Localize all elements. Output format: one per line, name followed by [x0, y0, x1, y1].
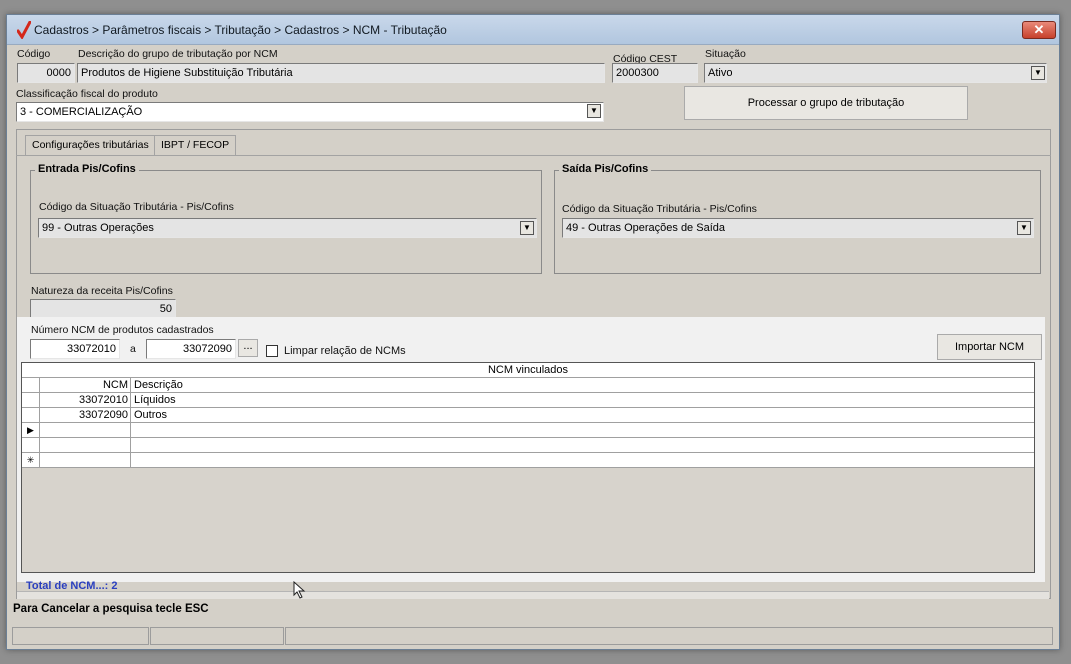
clear-ncm-checkbox[interactable]	[266, 345, 278, 357]
row-desc[interactable]: Outros	[132, 408, 1032, 422]
entrada-cst-select[interactable]: 99 - Outras Operações	[38, 218, 537, 238]
row-ncm[interactable]	[41, 453, 131, 467]
row-indicator	[22, 393, 40, 407]
ncm-browse-button[interactable]: ...	[238, 339, 258, 357]
table-row[interactable]: 33072010 Líquidos	[22, 393, 1034, 408]
processar-button[interactable]: Processar o grupo de tributação	[684, 86, 968, 120]
row-desc[interactable]	[132, 453, 1032, 467]
row-ncm[interactable]	[41, 438, 131, 452]
row-desc[interactable]	[132, 438, 1032, 452]
row-indicator	[22, 408, 40, 422]
table-row-new[interactable]: ✳	[22, 453, 1034, 468]
title-bar: Cadastros > Parâmetros fiscais > Tributa…	[7, 15, 1059, 45]
table-row[interactable]	[22, 438, 1034, 453]
classificacao-select[interactable]: 3 - COMERCIALIZAÇÃO	[16, 102, 604, 122]
row-desc[interactable]: Líquidos	[132, 393, 1032, 407]
table-row[interactable]: 33072090 Outros	[22, 408, 1034, 423]
main-window: Cadastros > Parâmetros fiscais > Tributa…	[6, 14, 1060, 650]
row-ncm[interactable]: 33072090	[41, 408, 131, 422]
entrada-dropdown-icon[interactable]: ▼	[520, 221, 534, 235]
grid-header-indicator	[22, 378, 40, 392]
cest-field[interactable]: 2000300	[612, 63, 698, 83]
total-ncm-label: Total de NCM...: 2	[26, 580, 118, 592]
descricao-field[interactable]: Produtos de Higiene Substituição Tributá…	[77, 63, 605, 83]
entrada-title: Entrada Pis/Cofins	[35, 163, 139, 175]
classificacao-dropdown-icon[interactable]: ▼	[587, 104, 601, 118]
cancel-hint: Para Cancelar a pesquisa tecle ESC	[13, 603, 209, 615]
descricao-label: Descrição do grupo de tributação por NCM	[78, 48, 278, 60]
tab-divider	[16, 155, 1051, 156]
new-row-asterisk-icon: ✳	[22, 453, 40, 467]
saida-cst-label: Código da Situação Tributária - Pis/Cofi…	[562, 203, 757, 215]
natureza-label: Natureza da receita Pis/Cofins	[31, 285, 173, 297]
clear-ncm-label: Limpar relação de NCMs	[284, 345, 406, 357]
ncm-grid: NCM vinculados NCM Descrição 33072010 Lí…	[21, 362, 1035, 573]
row-ncm[interactable]	[41, 423, 131, 437]
table-row-current[interactable]: ▶	[22, 423, 1034, 438]
row-indicator	[22, 438, 40, 452]
situacao-value: Ativo	[708, 67, 733, 79]
mouse-cursor-icon	[293, 581, 306, 599]
natureza-field[interactable]: 50	[30, 299, 176, 319]
grid-header-desc[interactable]: Descrição	[132, 378, 1032, 392]
saida-cst-select[interactable]: 49 - Outras Operações de Saída	[562, 218, 1034, 238]
entrada-cst-value: 99 - Outras Operações	[42, 222, 154, 234]
tab-ibpt-fecop[interactable]: IBPT / FECOP	[154, 135, 237, 155]
saida-cst-value: 49 - Outras Operações de Saída	[566, 222, 725, 234]
situacao-select[interactable]: Ativo	[704, 63, 1047, 83]
entrada-cst-label: Código da Situação Tributária - Pis/Cofi…	[39, 201, 234, 213]
classificacao-label: Classificação fiscal do produto	[16, 88, 158, 100]
ncm-to-field[interactable]: 33072090	[146, 339, 236, 359]
app-logo-icon	[17, 21, 31, 39]
codigo-field[interactable]: 0000	[17, 63, 75, 83]
codigo-label: Código	[17, 48, 51, 60]
status-cell-1	[12, 627, 149, 645]
close-button[interactable]: ✕	[1022, 21, 1056, 39]
ncm-range-label: Número NCM de produtos cadastrados	[31, 324, 214, 336]
current-row-arrow-icon: ▶	[22, 423, 40, 437]
situacao-dropdown-icon[interactable]: ▼	[1031, 66, 1045, 80]
saida-title: Saída Pis/Cofins	[559, 163, 652, 175]
row-ncm[interactable]: 33072010	[41, 393, 131, 407]
grid-header-ncm[interactable]: NCM	[41, 378, 131, 392]
tab-configuracoes[interactable]: Configurações tributárias	[25, 135, 156, 155]
grid-header-row: NCM Descrição	[22, 378, 1034, 393]
status-cell-2	[150, 627, 284, 645]
classificacao-value: 3 - COMERCIALIZAÇÃO	[20, 106, 143, 118]
window-title: Cadastros > Parâmetros fiscais > Tributa…	[34, 23, 447, 37]
row-desc[interactable]	[132, 423, 1032, 437]
ncm-from-field[interactable]: 33072010	[30, 339, 120, 359]
grid-title: NCM vinculados	[487, 364, 569, 376]
import-ncm-button[interactable]: Importar NCM	[937, 334, 1042, 360]
grid-title-row: NCM vinculados	[22, 363, 1034, 378]
status-cell-3	[285, 627, 1053, 645]
saida-dropdown-icon[interactable]: ▼	[1017, 221, 1031, 235]
ncm-separator: a	[130, 343, 136, 355]
situacao-label: Situação	[705, 48, 746, 60]
horizontal-scrollbar[interactable]	[17, 591, 1049, 599]
